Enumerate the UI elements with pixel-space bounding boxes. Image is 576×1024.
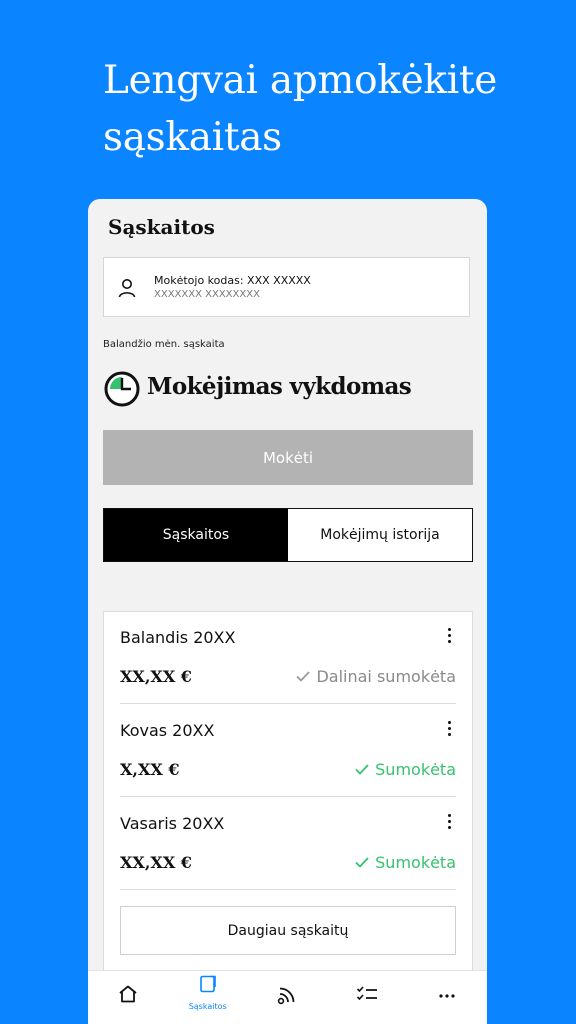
segment-control: Sąskaitos Mokėjimų istorija [103,508,473,562]
bill-month: Kovas 20XX [120,721,215,740]
tab-tasks[interactable] [327,971,407,1024]
clock-icon [104,371,140,411]
tab-more[interactable] [407,971,487,1024]
check-icon [355,760,369,779]
bill-status: Sumokėta [355,853,456,872]
bill-row[interactable]: Balandis 20XX XX,XX € Dalinai sumokėta [120,612,456,704]
tab-payment-history[interactable]: Mokėjimų istorija [288,509,472,561]
payer-code: Mokėtojo kodas: XXX XXXXX [154,274,311,287]
bill-row[interactable]: Vasaris 20XX XX,XX € Sumokėta [120,798,456,890]
more-bills-button[interactable]: Daugiau sąskaitų [120,906,456,955]
bill-amount: XX,XX € [120,853,192,872]
tab-label: Sąskaitos [188,1002,227,1011]
bill-status-text: Dalinai sumokėta [316,667,456,686]
phone-screen: Sąskaitos Mokėtojo kodas: XXX XXXXX XXXX… [88,199,487,1024]
bill-status-text: Sumokėta [375,853,456,872]
bill-status: Sumokėta [355,760,456,779]
pay-button[interactable]: Mokėti [103,430,473,485]
check-icon [355,853,369,872]
kebab-menu-icon[interactable] [444,721,454,741]
person-icon [118,278,136,302]
check-icon [296,667,311,686]
tab-bills[interactable]: Sąskaitos [104,509,288,561]
bill-month: Balandis 20XX [120,628,236,647]
kebab-menu-icon[interactable] [444,628,454,648]
month-label: Balandžio mėn. sąskaita [103,339,225,350]
bill-status: Dalinai sumokėta [296,667,456,686]
payer-card[interactable]: Mokėtojo kodas: XXX XXXXX XXXXXXX XXXXXX… [103,257,470,317]
payment-status-heading: Mokėjimas vykdomas [147,373,412,400]
tab-home[interactable] [88,971,168,1024]
bill-month: Vasaris 20XX [120,814,225,833]
kebab-menu-icon[interactable] [444,814,454,834]
payer-name: XXXXXXX XXXXXXXX [154,289,260,300]
page-title: Sąskaitos [108,215,215,239]
bill-status-text: Sumokėta [375,760,456,779]
bill-amount: XX,XX € [120,667,192,686]
tab-feed[interactable] [248,971,328,1024]
bottom-tab-bar: Sąskaitos [88,970,487,1024]
headline: Lengvai apmokėkite sąskaitas [103,58,498,160]
bills-list: Balandis 20XX XX,XX € Dalinai sumokėta K… [103,611,473,1024]
bill-amount: X,XX € [120,760,180,779]
tab-bills-nav[interactable]: Sąskaitos [168,971,248,1024]
bill-row[interactable]: Kovas 20XX X,XX € Sumokėta [120,705,456,797]
